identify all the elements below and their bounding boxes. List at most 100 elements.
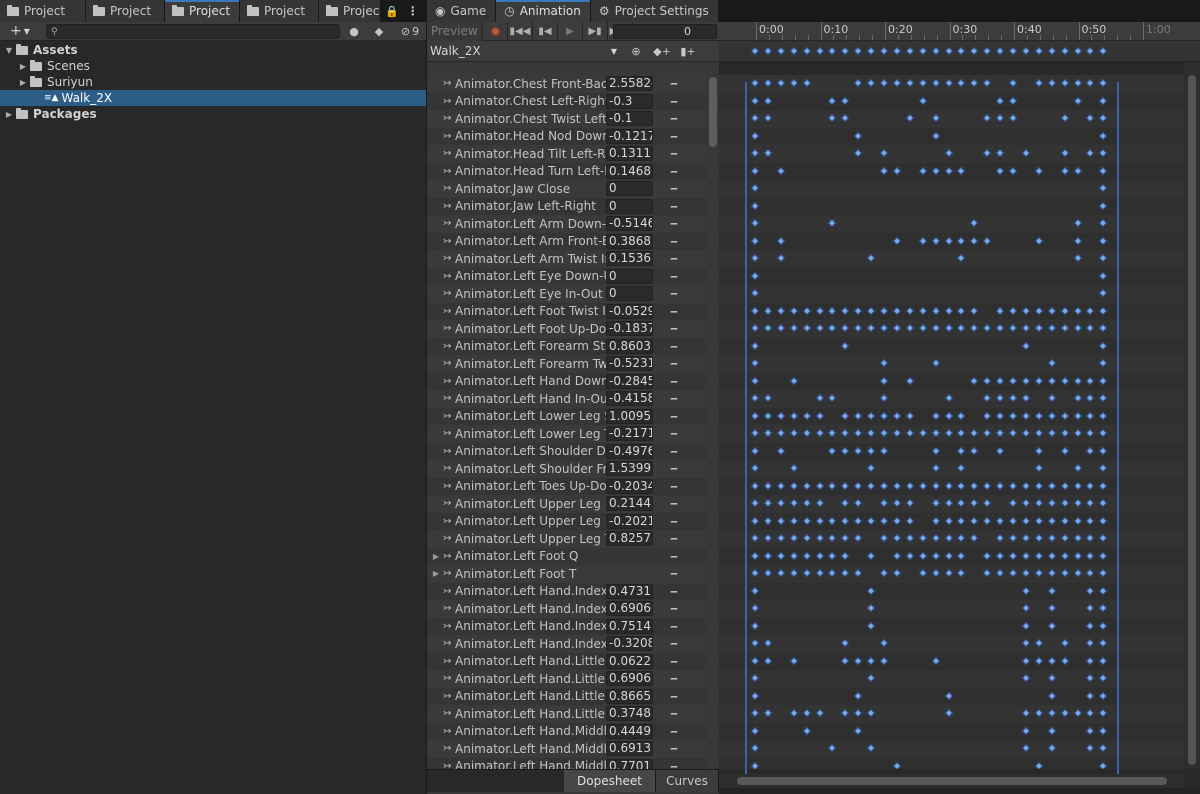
keyframe-diamond[interactable] xyxy=(944,428,953,438)
property-options-icon[interactable]: ‒ xyxy=(661,427,687,440)
property-row[interactable]: ↣Animator.Left Hand.Middle.10.4449 ‒ xyxy=(427,722,707,740)
keyframe-diamond[interactable] xyxy=(1034,306,1044,315)
keyframe-diamond[interactable] xyxy=(1021,516,1031,525)
keyframe-diamond[interactable] xyxy=(1060,533,1069,543)
keyframe-diamond[interactable] xyxy=(1060,446,1069,455)
keyframe-diamond[interactable] xyxy=(841,411,850,420)
property-row[interactable]: ↣Animator.Chest Front-Back2.5582e ‒ xyxy=(427,75,707,93)
property-value-field[interactable]: 0 xyxy=(606,286,653,302)
keyframe-diamond[interactable] xyxy=(1086,638,1095,648)
keyframe-diamond[interactable] xyxy=(1034,481,1044,490)
tab-curves[interactable]: Curves xyxy=(656,770,719,792)
keyframe-diamond[interactable] xyxy=(828,446,837,455)
summary-keyframe[interactable] xyxy=(789,46,798,56)
keyframe-diamond[interactable] xyxy=(1021,323,1031,333)
keyframe-diamond[interactable] xyxy=(879,568,889,578)
expand-arrow-icon[interactable]: ▶ xyxy=(429,552,443,561)
keyframe-diamond[interactable] xyxy=(1008,498,1018,508)
keyframe-diamond[interactable] xyxy=(1034,78,1044,88)
property-options-icon[interactable]: ‒ xyxy=(661,340,687,353)
property-row[interactable]: ↣Animator.Left Hand.Index.Sp-0.3208 ‒ xyxy=(427,635,707,653)
keyframe-diamond[interactable] xyxy=(1021,656,1031,665)
keyframe-diamond[interactable] xyxy=(828,533,837,543)
project-tab-5[interactable]: Projec▶ xyxy=(319,0,381,22)
keyframe-diamond[interactable] xyxy=(982,481,992,490)
keyframe-diamond[interactable] xyxy=(1047,481,1056,490)
keyframe-diamond[interactable] xyxy=(931,568,940,578)
keyframe-diamond[interactable] xyxy=(905,376,915,385)
keyframe-diamond[interactable] xyxy=(1021,481,1031,490)
keyframe-diamond[interactable] xyxy=(1099,743,1108,753)
keyframe-diamond[interactable] xyxy=(982,516,992,525)
keyframe-diamond[interactable] xyxy=(918,428,927,438)
keyframe-diamond[interactable] xyxy=(995,323,1005,333)
keyframe-diamond[interactable] xyxy=(1099,761,1108,769)
create-button[interactable]: + ▼ xyxy=(0,23,40,40)
add-event-button[interactable]: ▮+ xyxy=(675,42,701,61)
keyframe-diamond[interactable] xyxy=(1034,761,1044,769)
keyframe-diamond[interactable] xyxy=(879,166,889,175)
property-value-field[interactable]: -0.3 xyxy=(606,93,653,109)
keyframe-diamond[interactable] xyxy=(1034,516,1044,525)
keyframe-diamond[interactable] xyxy=(776,166,786,175)
keyframe-diamond[interactable] xyxy=(944,498,953,508)
keyframe-diamond[interactable] xyxy=(957,236,966,245)
keyframe-diamond[interactable] xyxy=(776,533,786,543)
property-value-field[interactable]: 1.5399 xyxy=(606,461,653,477)
keyframe-diamond[interactable] xyxy=(1060,656,1069,665)
keyframe-diamond[interactable] xyxy=(853,148,863,158)
keyframe-diamond[interactable] xyxy=(982,568,992,578)
property-value-field[interactable]: -0.1217 xyxy=(606,128,653,144)
keyframe-diamond[interactable] xyxy=(982,551,992,560)
keyframe-diamond[interactable] xyxy=(970,481,979,490)
keyframe-diamond[interactable] xyxy=(1008,516,1018,525)
keyframe-diamond[interactable] xyxy=(1034,446,1044,455)
keyframe-diamond[interactable] xyxy=(750,726,760,735)
keyframe-diamond[interactable] xyxy=(815,551,824,560)
keyframe-diamond[interactable] xyxy=(995,481,1005,490)
keyframe-diamond[interactable] xyxy=(828,113,837,123)
keyframe-diamond[interactable] xyxy=(1086,446,1095,455)
keyframe-track-row[interactable] xyxy=(719,722,1184,740)
property-row[interactable]: ↣ Animator.Jaw Left-Right 0 ‒ xyxy=(427,197,707,215)
keyframe-diamond[interactable] xyxy=(789,306,798,315)
summary-keyframe[interactable] xyxy=(995,46,1005,56)
keyframe-diamond[interactable] xyxy=(1099,481,1108,490)
keyframe-diamond[interactable] xyxy=(1008,323,1018,333)
property-row[interactable]: ↣Animator.Left Arm Front-Ba0.38685 ‒ xyxy=(427,232,707,250)
keyframe-diamond[interactable] xyxy=(1073,551,1082,560)
keyframe-track-row[interactable] xyxy=(719,495,1184,513)
keyframe-diamond[interactable] xyxy=(750,638,760,648)
keyframe-diamond[interactable] xyxy=(995,446,1005,455)
keyframe-diamond[interactable] xyxy=(970,498,979,508)
property-options-icon[interactable]: ‒ xyxy=(661,585,687,598)
keyframe-diamond[interactable] xyxy=(750,113,760,123)
keyframe-diamond[interactable] xyxy=(1086,586,1095,595)
keyframe-diamond[interactable] xyxy=(1021,148,1031,158)
keyframe-diamond[interactable] xyxy=(918,306,927,315)
keyframe-diamond[interactable] xyxy=(1047,691,1056,700)
property-value-field[interactable]: 0.8665 xyxy=(606,688,653,704)
keyframe-diamond[interactable] xyxy=(815,568,824,578)
keyframe-diamond[interactable] xyxy=(815,411,824,420)
keyframe-diamond[interactable] xyxy=(776,306,786,315)
keyframe-track-row[interactable] xyxy=(719,670,1184,688)
clip-selector[interactable]: Walk_2X ▼ xyxy=(427,41,623,61)
keyframe-diamond[interactable] xyxy=(1099,708,1108,718)
tree-item[interactable]: ▶ Suriyun xyxy=(0,74,426,90)
summary-keyframe[interactable] xyxy=(982,46,992,56)
keyframe-diamond[interactable] xyxy=(750,761,760,769)
keyframe-diamond[interactable] xyxy=(982,428,992,438)
keyframe-diamond[interactable] xyxy=(750,533,760,543)
keyframe-diamond[interactable] xyxy=(815,533,824,543)
keyframe-diamond[interactable] xyxy=(995,393,1005,403)
keyframe-track-row[interactable] xyxy=(719,372,1184,390)
keyframe-track-row[interactable] xyxy=(719,460,1184,478)
keyframe-diamond[interactable] xyxy=(995,533,1005,543)
property-value-field[interactable]: -0.5231 xyxy=(606,356,653,372)
property-options-icon[interactable]: ‒ xyxy=(661,462,687,475)
keyframe-diamond[interactable] xyxy=(944,516,953,525)
keyframe-diamond[interactable] xyxy=(1021,376,1031,385)
keyframe-diamond[interactable] xyxy=(957,568,966,578)
keyframe-track-row[interactable] xyxy=(719,250,1184,268)
